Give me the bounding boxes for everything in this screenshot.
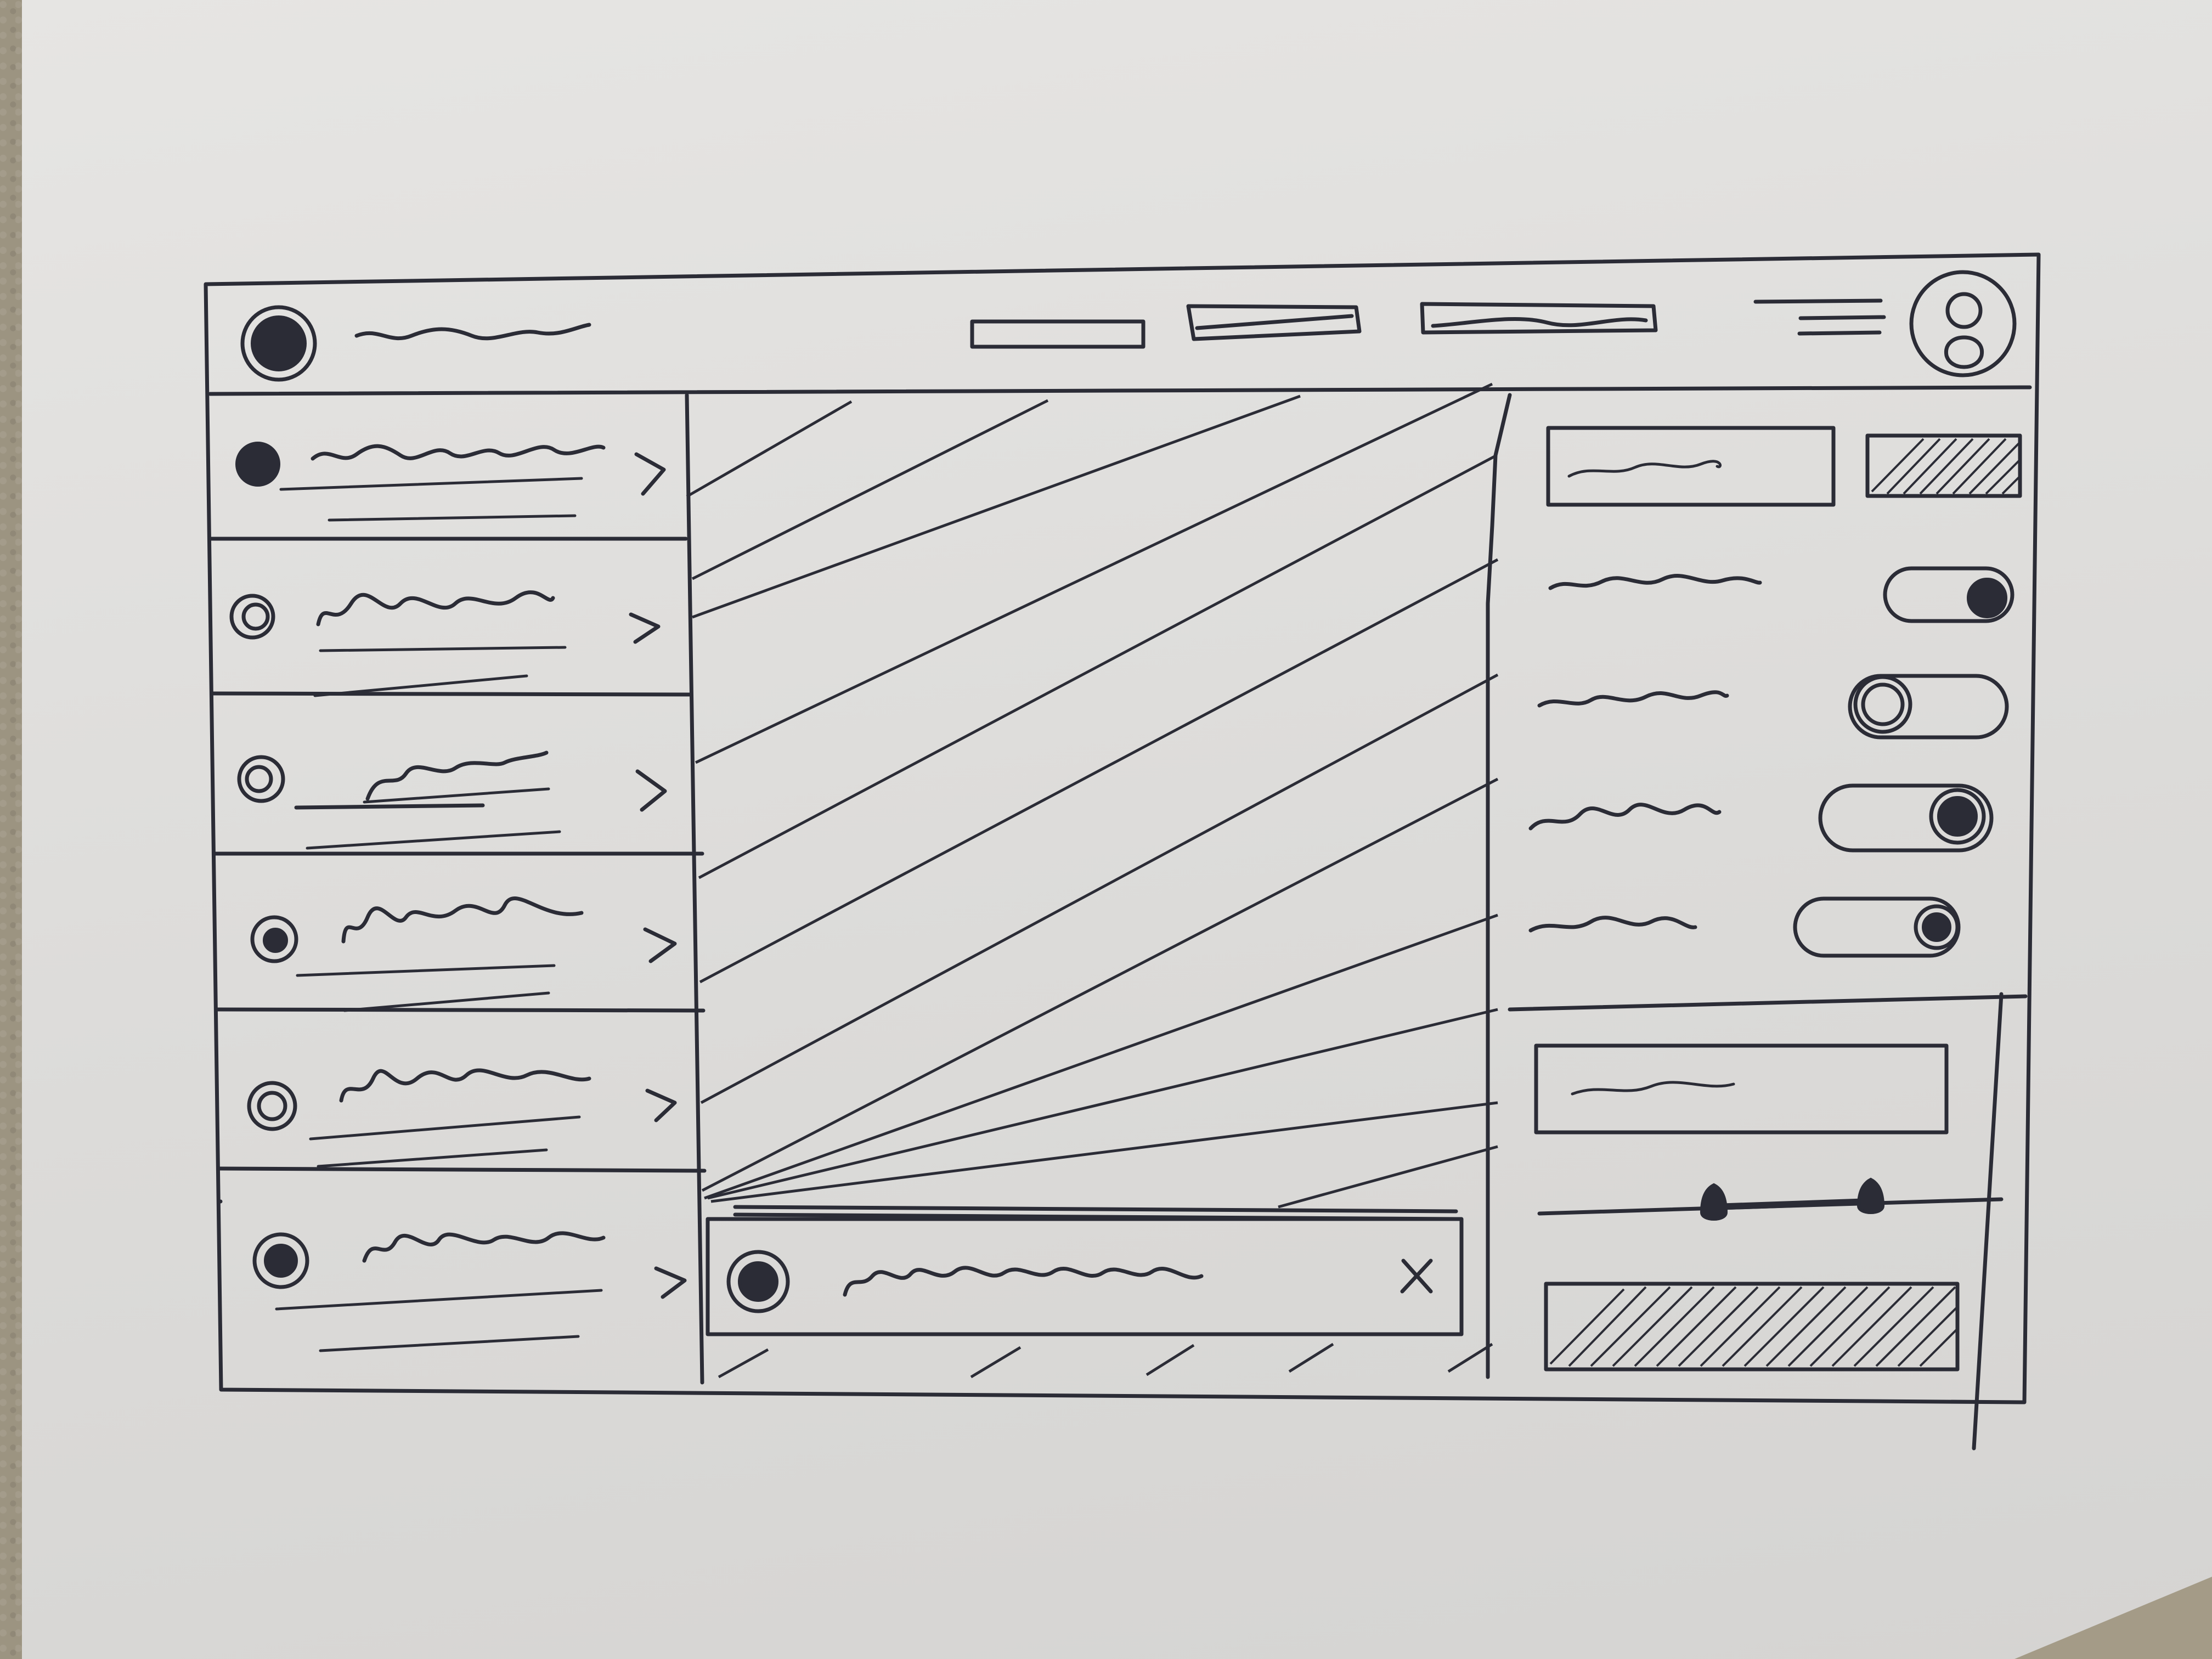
toggle-label bbox=[1548, 574, 1762, 590]
avatar-icon bbox=[237, 755, 285, 803]
notification-message bbox=[843, 1266, 1204, 1297]
chevron-right-icon[interactable] bbox=[645, 1088, 677, 1122]
avatar-icon bbox=[229, 594, 275, 640]
toggle-row bbox=[1537, 674, 2009, 740]
slider-handle-low[interactable] bbox=[1700, 1183, 1728, 1221]
wireframe-sketch: X bbox=[204, 252, 2041, 1451]
primary-button[interactable] bbox=[1865, 433, 2022, 498]
notification-box bbox=[706, 1217, 1464, 1336]
toggle-row bbox=[1548, 566, 2015, 623]
toggle-switch-on[interactable] bbox=[1883, 566, 2015, 623]
list-item-title bbox=[311, 444, 606, 461]
sidebar-row-divider bbox=[217, 1166, 707, 1173]
nav-item-3[interactable] bbox=[1420, 302, 1658, 335]
sidebar-right-border bbox=[685, 393, 704, 1385]
sidebar-row-divider bbox=[215, 1007, 706, 1013]
chevron-right-icon[interactable] bbox=[635, 769, 667, 812]
list-item-subtitle bbox=[313, 646, 567, 697]
avatar-icon bbox=[252, 1232, 309, 1289]
toggle-switch-off[interactable] bbox=[1848, 674, 2009, 740]
toggle-label bbox=[1528, 803, 1722, 831]
chevron-right-icon[interactable] bbox=[643, 927, 677, 963]
list-item[interactable] bbox=[235, 442, 666, 522]
toggle-label bbox=[1537, 690, 1729, 708]
logo-icon[interactable] bbox=[240, 305, 317, 382]
list-item-title bbox=[362, 1231, 606, 1263]
toggle-row bbox=[1528, 783, 1994, 853]
panel-outer-edge bbox=[1972, 992, 2004, 1451]
user-avatar-icon[interactable] bbox=[1909, 270, 2017, 377]
nav-item-2[interactable] bbox=[1186, 304, 1362, 341]
dropdown-field[interactable] bbox=[1534, 1043, 1949, 1135]
list-item[interactable] bbox=[237, 751, 667, 850]
slider-handle-high[interactable] bbox=[1857, 1177, 1885, 1214]
notification-icon bbox=[726, 1250, 790, 1313]
menu-icon[interactable] bbox=[1753, 298, 1886, 336]
list-item-title bbox=[316, 590, 555, 627]
header-divider bbox=[208, 385, 2032, 396]
slider-range bbox=[1711, 1198, 1874, 1210]
app-title bbox=[354, 323, 591, 341]
text-input[interactable] bbox=[1546, 426, 1836, 507]
list-item[interactable] bbox=[229, 590, 661, 697]
avatar-icon bbox=[247, 1081, 297, 1131]
list-item-title bbox=[339, 1068, 591, 1103]
chevron-right-icon[interactable] bbox=[634, 452, 666, 496]
list-item-subtitle bbox=[275, 1289, 603, 1352]
header bbox=[208, 270, 2032, 396]
chevron-right-icon[interactable] bbox=[654, 1266, 687, 1299]
main-panel-border bbox=[1486, 393, 1512, 1379]
notification-toast: X bbox=[706, 1205, 1464, 1336]
list-item[interactable] bbox=[247, 1068, 677, 1168]
close-icon[interactable]: X bbox=[1400, 1259, 1433, 1294]
toggle-label bbox=[1528, 916, 1697, 933]
list-item-subtitle bbox=[309, 1115, 581, 1168]
sidebar-row-divider bbox=[211, 691, 692, 697]
panel-divider bbox=[1508, 994, 2028, 1012]
toggle-switch-on[interactable] bbox=[1793, 896, 1961, 958]
toggle-switch-on[interactable] bbox=[1818, 783, 1994, 853]
list-item-title bbox=[341, 896, 584, 944]
submit-button[interactable] bbox=[1544, 1282, 1960, 1372]
list-item-subtitle bbox=[296, 964, 556, 1012]
avatar-icon bbox=[250, 915, 298, 963]
settings-panel bbox=[1508, 426, 2028, 1451]
list-item-subtitle bbox=[306, 787, 561, 850]
range-slider[interactable] bbox=[1537, 1177, 2004, 1221]
avatar-icon bbox=[235, 442, 280, 487]
toggle-row bbox=[1528, 896, 1961, 958]
nav-item-1[interactable] bbox=[970, 319, 1146, 349]
list-item[interactable] bbox=[252, 1231, 687, 1352]
chevron-right-icon[interactable] bbox=[629, 612, 661, 644]
list-item[interactable] bbox=[250, 896, 677, 1012]
image-placeholder bbox=[686, 382, 1499, 1379]
list-item-subtitle bbox=[279, 477, 583, 522]
